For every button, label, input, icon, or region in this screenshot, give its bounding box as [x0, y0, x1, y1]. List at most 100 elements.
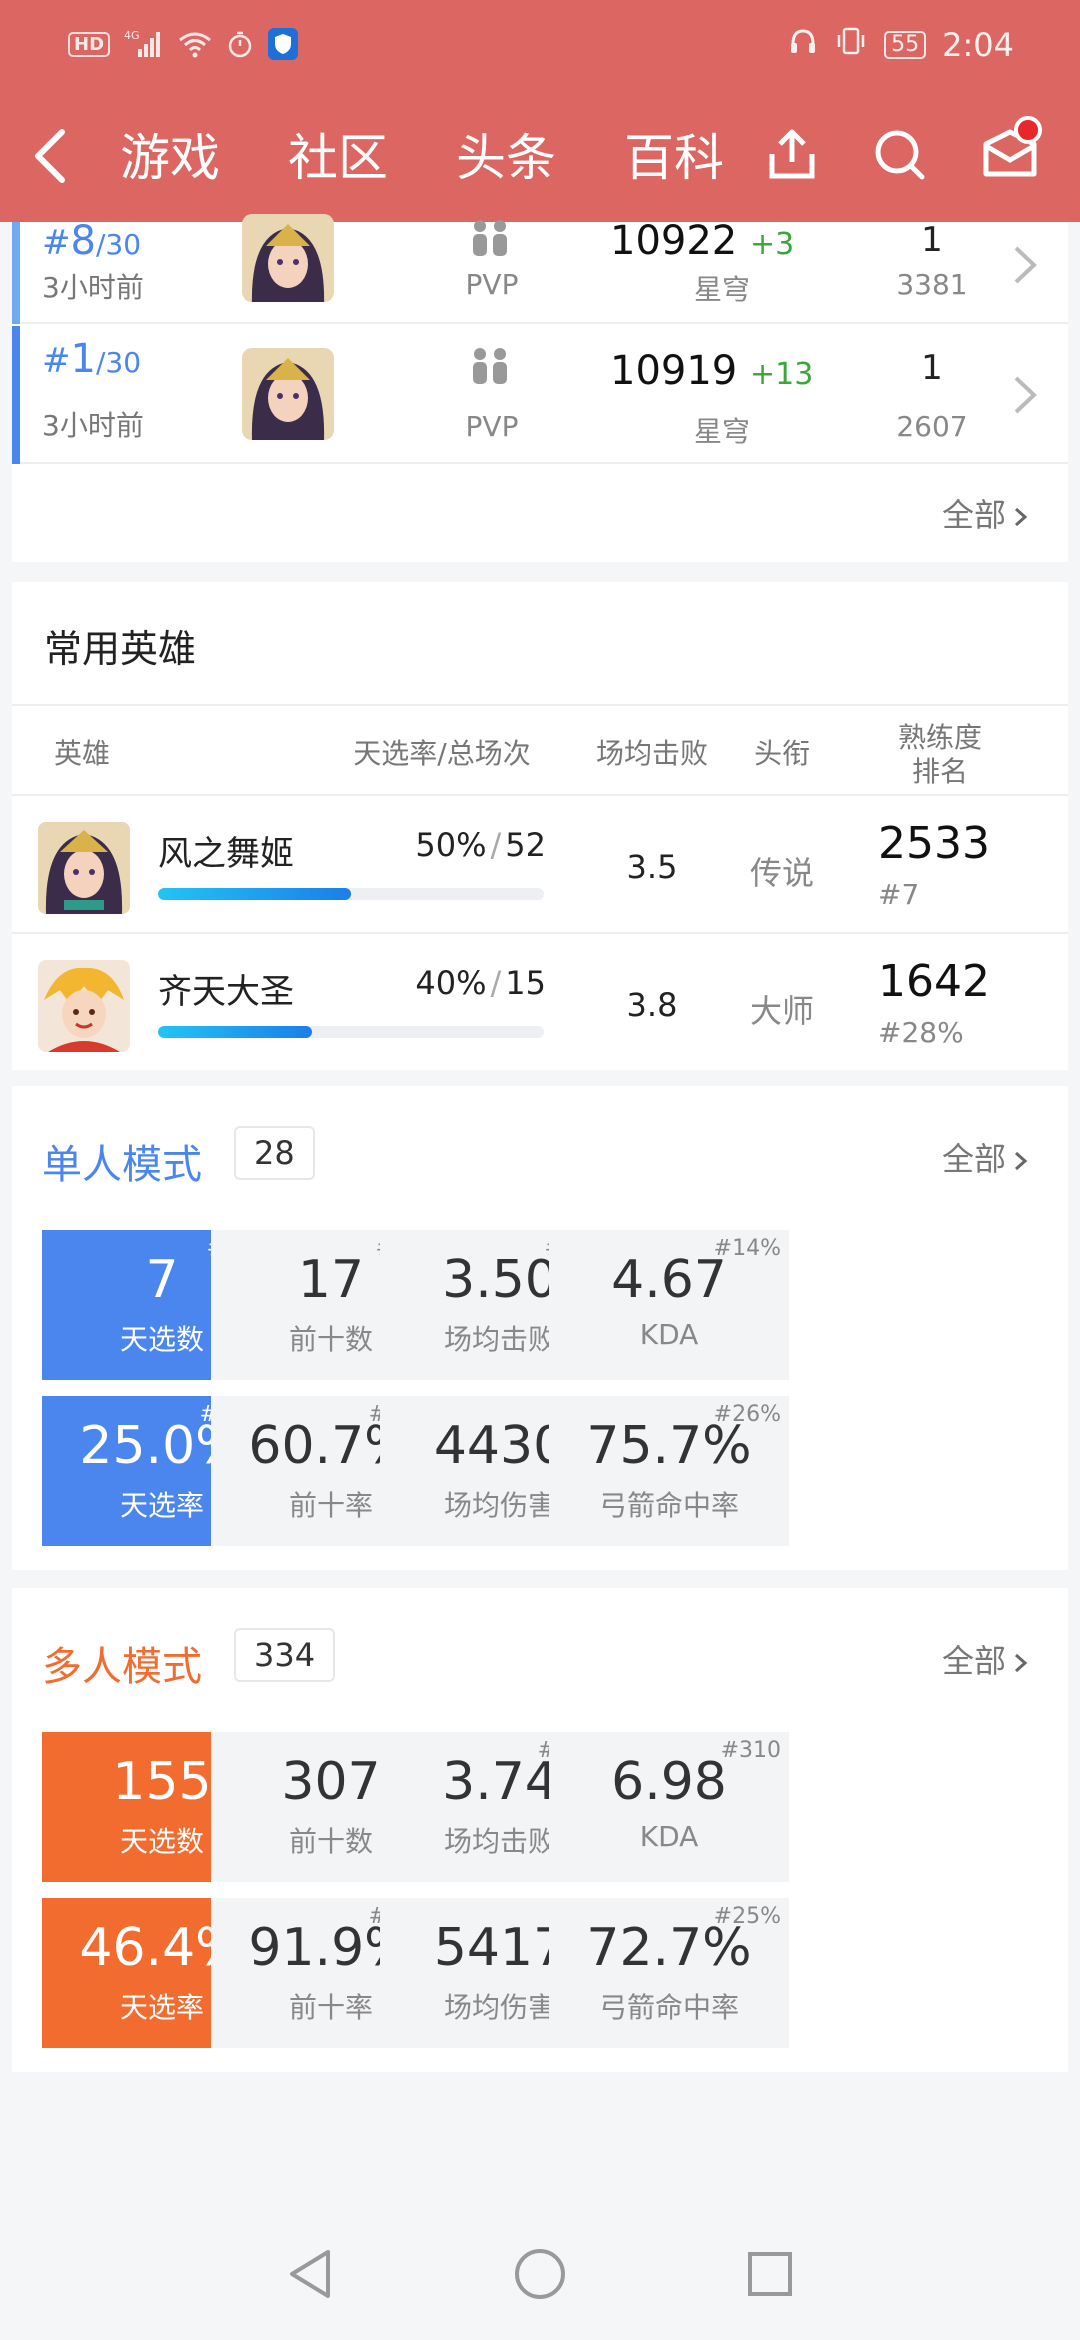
- match-tier: 星穹: [693, 273, 750, 306]
- tab-headlines[interactable]: 头条: [456, 118, 556, 190]
- match-row[interactable]: #1/30 3小时前 PVP 10919 +13 星穹 1 2607: [12, 326, 1068, 464]
- tab-games[interactable]: 游戏: [120, 118, 220, 190]
- vibrate-icon: [834, 26, 868, 64]
- signal-icon: 4G: [124, 29, 164, 59]
- match-accent: [12, 326, 20, 464]
- circle-home-icon: [515, 2249, 565, 2299]
- stat-label: 弓箭命中率: [598, 1489, 739, 1522]
- back-arrow-icon: [35, 129, 65, 183]
- clock: 2:04: [942, 26, 1014, 64]
- status-left: HD 4G: [68, 28, 299, 60]
- shield-icon: [268, 28, 299, 60]
- status-bar: HD 4G 55 2:04: [0, 0, 1080, 95]
- share-icon: [769, 129, 815, 179]
- system-home-button[interactable]: [510, 2244, 570, 2304]
- all-link-label: 全部: [942, 496, 1007, 534]
- matches-all-link[interactable]: 全部: [942, 490, 1030, 536]
- hero-games: 15: [505, 964, 546, 1002]
- match-score-delta: +13: [749, 357, 814, 392]
- battery-indicator: 55: [884, 31, 927, 59]
- stat-tile: #14% 4.67 KDA: [549, 1230, 789, 1380]
- chevron-right-icon: [1015, 1151, 1028, 1171]
- match-accent: [12, 222, 20, 324]
- hero-name: 齐天大圣: [158, 972, 294, 1012]
- hero-honor: 传说: [749, 854, 814, 892]
- wifi-icon: [178, 30, 212, 58]
- recent-matches-card: #8/30 3小时前 PVP 10922 +3 星穹 1 3381 #1/30 …: [12, 214, 1068, 562]
- multi-mode-title: 多人模式: [42, 1644, 202, 1690]
- hero-proficiency: 1642: [878, 956, 990, 1007]
- match-place: 1: [921, 220, 943, 260]
- square-recents-icon: [748, 2252, 792, 2296]
- match-place-sub: 3381: [896, 268, 968, 301]
- match-time: 3小时前: [42, 409, 144, 442]
- triangle-back-icon: [290, 2250, 330, 2298]
- stat-value: 75.7%: [586, 1416, 752, 1476]
- system-back-button[interactable]: [280, 2244, 340, 2304]
- timer-icon: [226, 30, 254, 58]
- stat-label: KDA: [639, 1318, 699, 1351]
- hero-rate: 40%/15: [415, 964, 546, 1002]
- hero-kd: 3.5: [626, 848, 678, 886]
- stat-value: 72.7%: [586, 1918, 752, 1978]
- chevron-right-icon: [1010, 372, 1040, 418]
- hero-name: 风之舞姬: [158, 834, 294, 874]
- all-link-label: 全部: [942, 1140, 1007, 1178]
- favorite-heroes-card: 常用英雄 英雄 天选率/总场次 场均击败 头衔 熟练度 排名 风之舞姬 50% /…: [12, 582, 1068, 1070]
- hero-proficiency: 2533: [878, 818, 990, 869]
- match-rank-value: 8: [70, 218, 96, 264]
- network-type-label: 4G: [124, 29, 140, 42]
- hd-icon: HD: [68, 31, 111, 57]
- system-navigation-bar: [0, 2220, 1080, 2340]
- match-row[interactable]: #8/30 3小时前 PVP 10922 +3 星穹 1 3381: [12, 214, 1068, 324]
- match-score-value: 10919: [610, 348, 738, 394]
- solo-mode-title: 单人模式: [42, 1142, 202, 1188]
- hero-row[interactable]: 齐天大圣 40%/15 3.8 大师 1642 #28%: [12, 932, 1068, 1072]
- solo-stats-grid: #26%7天选数#30%17前十数#18%3.50场均击败#14%4.67KDA…: [12, 1230, 1068, 1546]
- match-place: 1: [921, 348, 943, 388]
- tab-wiki[interactable]: 百科: [624, 118, 724, 190]
- hero-portrait: [242, 348, 334, 440]
- multi-mode-card: 多人模式 334 全部 #83155天选数#512307前十数#4.1%3.74…: [12, 1588, 1068, 2072]
- status-right: 55 2:04: [788, 26, 1014, 64]
- chevron-right-icon: [1015, 1653, 1028, 1673]
- hero-games: 52: [505, 826, 546, 864]
- multi-stats-grid: #83155天选数#512307前十数#4.1%3.74场均击败#3106.98…: [12, 1732, 1068, 2048]
- hero-kd: 3.8: [626, 986, 678, 1024]
- header-hero: 英雄: [54, 737, 111, 770]
- match-place-sub: 2607: [896, 410, 968, 443]
- app-header: HD 4G 55 2:04 游戏 社区 头条 百科: [0, 0, 1080, 222]
- match-score-value: 10922: [610, 218, 738, 264]
- match-score: 10922 +3: [610, 218, 794, 264]
- notification-dot: [1014, 116, 1042, 144]
- match-rank-total: /30: [95, 346, 142, 379]
- header-kd: 场均击败: [595, 737, 708, 770]
- match-rank-total: /30: [95, 228, 142, 261]
- hero-row[interactable]: 风之舞姬 50%/52 3.5 传说 2533 #7: [12, 794, 1068, 934]
- share-button[interactable]: [762, 124, 822, 184]
- back-button[interactable]: [22, 124, 82, 184]
- chevron-right-icon: [1010, 242, 1040, 288]
- multi-all-link[interactable]: 全部: [942, 1636, 1030, 1682]
- multi-mode-count: 334: [234, 1628, 336, 1682]
- search-button[interactable]: [870, 124, 930, 184]
- stat-label: 弓箭命中率: [598, 1991, 739, 2024]
- chevron-right-icon: [1015, 507, 1028, 527]
- hero-honor: 大师: [749, 992, 814, 1030]
- tab-community[interactable]: 社区: [288, 118, 388, 190]
- hero-rate-pct: 50%: [415, 826, 487, 864]
- stat-tile: #310 6.98 KDA: [549, 1732, 789, 1882]
- match-mode: PVP: [465, 268, 519, 301]
- match-rank: #1/30: [42, 336, 142, 382]
- match-mode: PVP: [465, 410, 519, 443]
- match-rank: #8/30: [42, 218, 142, 264]
- match-score: 10919 +13: [610, 348, 813, 394]
- stat-value: 4.67: [611, 1250, 727, 1310]
- system-recents-button[interactable]: [740, 2244, 800, 2304]
- hero-avatar: [38, 822, 130, 914]
- message-button[interactable]: [980, 116, 1042, 184]
- header-prof-line2: 排名: [911, 755, 968, 788]
- solo-all-link[interactable]: 全部: [942, 1134, 1030, 1180]
- header-rate: 天选率/总场次: [353, 737, 531, 770]
- match-rank-value: 1: [70, 336, 96, 382]
